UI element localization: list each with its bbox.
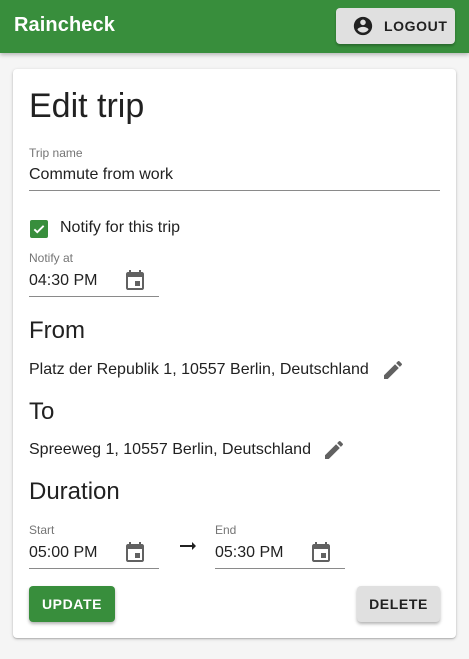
notify-at-input[interactable]: 04:30 PM — [29, 272, 97, 290]
start-time-input[interactable]: 05:00 PM — [29, 544, 97, 562]
from-heading: From — [29, 317, 85, 344]
end-label: End — [215, 523, 237, 537]
end-underline — [215, 568, 345, 569]
app-bar: Raincheck LOGOUT — [0, 0, 469, 53]
update-button[interactable]: UPDATE — [29, 586, 115, 622]
start-underline — [29, 568, 159, 569]
account-circle-icon — [352, 15, 374, 37]
edit-from-pencil-icon[interactable] — [381, 358, 405, 382]
trip-name-input[interactable]: Commute from work — [29, 166, 440, 184]
duration-heading: Duration — [29, 478, 120, 505]
trip-name-label: Trip name — [29, 146, 83, 160]
app-title: Raincheck — [14, 14, 115, 36]
delete-button[interactable]: DELETE — [357, 586, 440, 622]
start-label: Start — [29, 523, 55, 537]
start-calendar-icon[interactable] — [123, 541, 147, 565]
calendar-icon[interactable] — [123, 269, 147, 293]
logout-button[interactable]: LOGOUT — [336, 8, 455, 44]
end-calendar-icon[interactable] — [309, 541, 333, 565]
to-heading: To — [29, 398, 55, 425]
trip-name-underline — [29, 190, 440, 191]
arrow-right-icon — [176, 534, 200, 558]
edit-trip-card: Edit trip Trip name Commute from work No… — [13, 69, 456, 638]
notify-at-underline — [29, 296, 159, 297]
notify-label: Notify for this trip — [60, 219, 181, 236]
from-address: Platz der Republik 1, 10557 Berlin, Deut… — [29, 361, 369, 378]
page-title: Edit trip — [29, 87, 145, 125]
logout-label: LOGOUT — [384, 18, 448, 34]
edit-to-pencil-icon[interactable] — [322, 438, 346, 462]
notify-at-label: Notify at — [29, 251, 74, 265]
end-time-input[interactable]: 05:30 PM — [215, 544, 283, 562]
to-address: Spreeweg 1, 10557 Berlin, Deutschland — [29, 441, 311, 458]
check-icon — [33, 225, 45, 234]
notify-checkbox[interactable] — [30, 220, 48, 238]
